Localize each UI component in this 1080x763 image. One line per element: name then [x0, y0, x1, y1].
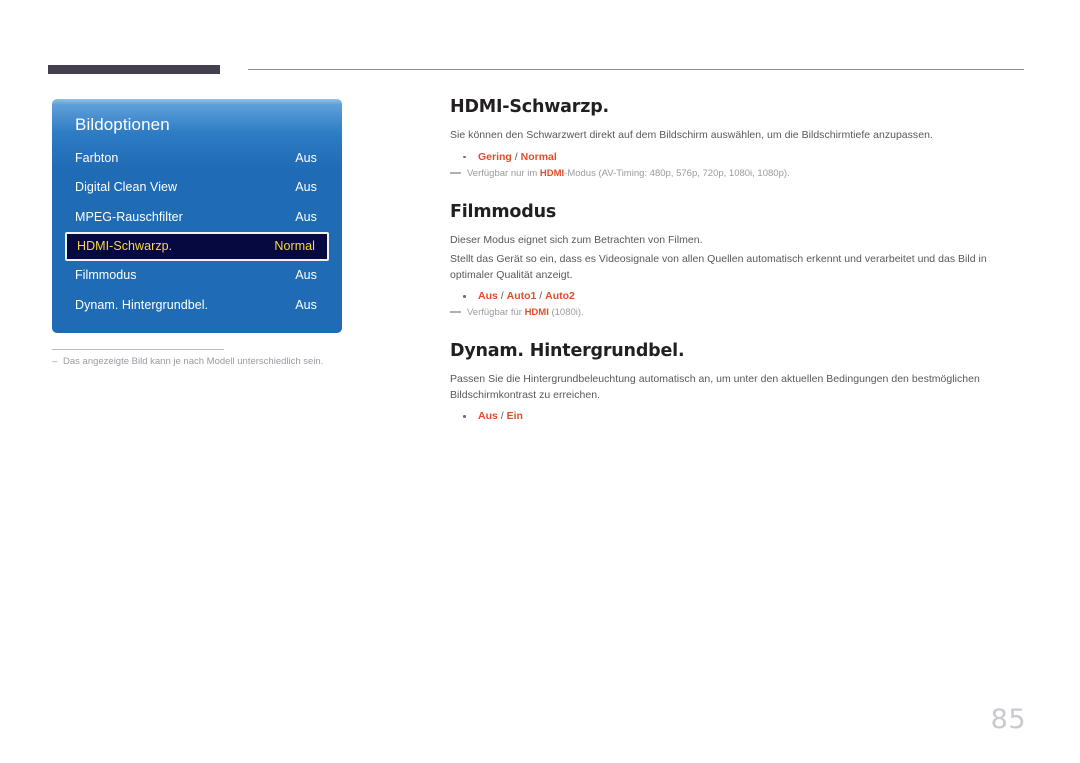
osd-item-value: Aus [295, 150, 317, 165]
osd-item-label: MPEG-Rauschfilter [75, 209, 183, 224]
section-dynamic-backlight: Dynam. Hintergrundbel. Passen Sie die Hi… [450, 340, 1024, 424]
content-column: HDMI-Schwarzp. Sie können den Schwarzwer… [450, 96, 1024, 424]
footnote-suffix: (1080i). [548, 307, 584, 318]
option-separator: / [497, 410, 507, 422]
osd-menu-panel: Bildoptionen Farbton Aus Digital Clean V… [52, 99, 342, 333]
footnote-suffix: -Modus (AV-Timing: 480p, 576p, 720p, 108… [564, 167, 790, 179]
option-list-item: Aus / Auto1 / Auto2 [450, 288, 1024, 304]
option-value: Aus [478, 290, 498, 302]
section-footnote: Verfügbar nur im HDMI-Modus (AV-Timing: … [450, 167, 1024, 181]
section-title: HDMI-Schwarzp. [450, 97, 609, 117]
section-body-text: Dieser Modus eignet sich zum Betrachten … [450, 233, 703, 246]
osd-item-value: Normal [274, 239, 315, 253]
option-value: Gering [478, 150, 512, 163]
section-body-text: Stellt das Gerät so ein, dass es Videosi… [450, 253, 987, 281]
header-thin-rule [248, 69, 1024, 70]
section-film-mode: Filmmodus Dieser Modus eignet sich zum B… [450, 201, 1024, 321]
section-hdmi-black-level: HDMI-Schwarzp. Sie können den Schwarzwer… [450, 96, 1024, 181]
option-separator: / [536, 290, 546, 302]
figure-note-dash: – [52, 356, 58, 367]
option-list: Gering / Normal [450, 149, 1024, 165]
option-list-item: Gering / Normal [450, 149, 1024, 165]
section-footnote: Verfügbar für HDMI (1080i). [450, 306, 1024, 320]
figure-note-rule [52, 349, 224, 350]
osd-item-label: Filmmodus [75, 268, 137, 283]
osd-item-value: Aus [295, 268, 317, 283]
osd-menu-list: Farbton Aus Digital Clean View Aus MPEG-… [52, 143, 342, 320]
figure-note: – Das angezeigte Bild kann je nach Modell… [52, 355, 382, 369]
option-value: Ein [506, 410, 523, 422]
osd-menu-item-mpeg-rauschfilter[interactable]: MPEG-Rauschfilter Aus [52, 202, 342, 232]
osd-menu-item-hdmi-schwarzp-selected[interactable]: HDMI-Schwarzp. Normal [65, 231, 329, 261]
option-value: Auto2 [545, 290, 575, 302]
osd-panel-title: Bildoptionen [75, 115, 170, 134]
osd-menu-item-filmmodus[interactable]: Filmmodus Aus [52, 261, 342, 291]
footnote-prefix: Verfügbar für [467, 307, 525, 318]
osd-item-value: Aus [295, 180, 317, 195]
osd-menu-item-digital-clean-view[interactable]: Digital Clean View Aus [52, 173, 342, 203]
section-title: Dynam. Hintergrundbel. [450, 341, 685, 361]
osd-item-label: Digital Clean View [75, 180, 178, 195]
osd-item-value: Aus [295, 209, 317, 224]
section-title: Filmmodus [450, 201, 557, 222]
footnote-prefix: Verfügbar nur im [467, 167, 540, 179]
osd-item-label: Farbton [75, 150, 119, 165]
option-list-item: Aus / Ein [450, 408, 1024, 424]
page-number: 85 [990, 704, 1026, 735]
option-list: Aus / Auto1 / Auto2 [450, 288, 1024, 304]
option-separator: / [497, 290, 507, 302]
footnote-highlight: HDMI [524, 307, 549, 318]
footnote-highlight: HDMI [539, 167, 565, 179]
osd-item-label: Dynam. Hintergrundbel. [75, 297, 209, 312]
option-value: Normal [520, 150, 557, 163]
page-header-rule [48, 63, 1024, 77]
option-value: Auto1 [506, 290, 537, 302]
option-list: Aus / Ein [450, 408, 1024, 424]
osd-item-value: Aus [295, 297, 317, 312]
osd-item-label: HDMI-Schwarzp. [77, 239, 173, 253]
section-body-text: Sie können den Schwarzwert direkt auf de… [450, 129, 933, 141]
osd-menu-item-dynam-hintergrundbel[interactable]: Dynam. Hintergrundbel. Aus [52, 290, 342, 320]
option-value: Aus [478, 410, 498, 422]
section-body-text: Passen Sie die Hintergrundbeleuchtung au… [450, 373, 980, 401]
header-accent-bar [48, 65, 220, 74]
osd-menu-item-farbton[interactable]: Farbton Aus [52, 143, 342, 173]
option-separator: / [511, 150, 521, 163]
figure-note-text: Das angezeigte Bild kann je nach Modell … [63, 356, 324, 367]
